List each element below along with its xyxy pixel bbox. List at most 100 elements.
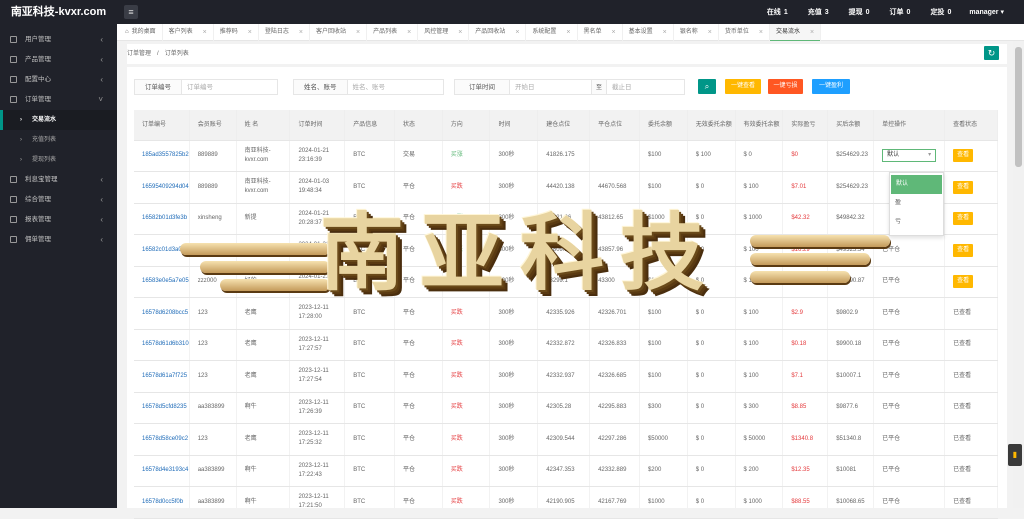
table-cell: 42297.286 xyxy=(589,423,640,456)
sidebar-item-reports[interactable]: 报表管理 ‹ xyxy=(0,210,117,230)
table-cell: 42295.883 xyxy=(589,392,640,424)
table-cell: $100 xyxy=(639,360,688,393)
profit-cell: $12.35 xyxy=(782,455,829,487)
order-no-link[interactable]: 16578d61a7f725 xyxy=(134,360,190,393)
tab-trade-flow[interactable]: 交易流水 × xyxy=(769,24,822,42)
order-no-link[interactable]: 16578d58ce09c2 xyxy=(134,423,190,456)
order-no-link[interactable]: 16578d5cfd8235 xyxy=(134,392,190,424)
view-button[interactable]: 查看 xyxy=(953,243,974,257)
order-no-link[interactable]: 16582c01d3a0a6 xyxy=(134,234,190,267)
menu-toggle-icon[interactable]: ≡ xyxy=(124,5,138,19)
tab-bank-name[interactable]: 银名称 × xyxy=(674,24,719,41)
sidebar-item-commission[interactable]: 佣单管理 ‹ xyxy=(0,230,117,250)
user-menu[interactable]: manager ▾ xyxy=(969,8,1004,16)
control-select[interactable]: 默认 ▾ xyxy=(882,149,937,163)
tab-customer-list[interactable]: 客户列表 × xyxy=(163,24,214,41)
stat-online[interactable]: 在线 1 xyxy=(767,7,788,17)
sidebar-sub-withdraw-list[interactable]: › 提现列表 xyxy=(0,150,117,170)
table-cell: 300秒 xyxy=(489,455,539,487)
profit-cell: $0.18 xyxy=(782,329,829,361)
sidebar-item-interest[interactable]: 利息宝管理 ‹ xyxy=(0,170,117,190)
vertical-scrollbar[interactable] xyxy=(1013,41,1024,508)
table-cell: $ 0 xyxy=(687,266,736,298)
view-button[interactable]: 查看 xyxy=(953,149,974,163)
table-cell: BTC xyxy=(344,360,395,393)
top-bar: 南亚科技-kvxr.com ≡ 在线 1 充值 3 提现 0 订单 0 定投 0 mana… xyxy=(0,0,1024,24)
tab-product-recycle[interactable]: 产品回收站 × xyxy=(469,24,527,41)
order-no-link[interactable]: 185ad3557825b2 xyxy=(134,140,190,172)
dropdown-option-default[interactable]: 默认 xyxy=(891,175,942,194)
close-icon[interactable]: × xyxy=(515,24,519,41)
view-button[interactable]: 查看 xyxy=(953,275,974,289)
stat-orders[interactable]: 订单 0 xyxy=(890,7,911,17)
dropdown-option-win[interactable]: 盈 xyxy=(890,194,943,213)
tab-risk-control[interactable]: 风控管理 × xyxy=(418,24,470,41)
breadcrumb-root[interactable]: 订单管理 xyxy=(127,51,151,57)
stat-withdraw[interactable]: 提现 0 xyxy=(849,7,870,17)
home-icon: ⌂ xyxy=(125,29,129,35)
tab-basic-settings[interactable]: 基本设置 × xyxy=(623,24,674,41)
close-icon[interactable]: × xyxy=(612,24,616,41)
check-all-button[interactable]: 一键查看 xyxy=(725,79,761,94)
tab-blacklist[interactable]: 黑名单 × xyxy=(578,24,623,41)
float-tool-icon[interactable]: ▮ xyxy=(1008,444,1022,466)
end-date-input[interactable]: 截止日 xyxy=(607,79,686,95)
dropdown-option-lose[interactable]: 亏 xyxy=(890,213,943,232)
search-button[interactable]: ⌕ xyxy=(698,79,716,94)
sidebar-item-orders[interactable]: 订单管理 ˅ xyxy=(0,90,117,110)
sidebar-item-config[interactable]: 配置中心 ‹ xyxy=(0,70,117,90)
order-no-link[interactable]: 16595409294d04 xyxy=(134,171,190,204)
close-icon[interactable]: × xyxy=(458,24,462,41)
tab-customer-recycle[interactable]: 客户回收站 × xyxy=(310,24,368,41)
tab-system-config[interactable]: 系统配置 × xyxy=(526,24,578,41)
chevron-down-icon: ˅ xyxy=(98,95,103,104)
close-icon[interactable]: × xyxy=(566,24,570,41)
tab-referral-code[interactable]: 推荐码 × xyxy=(214,24,259,41)
grid-icon xyxy=(10,56,17,63)
sidebar-item-products[interactable]: 产品管理 ‹ xyxy=(0,50,117,70)
table-cell: $51340.8 xyxy=(827,423,875,456)
close-icon[interactable]: × xyxy=(248,24,252,41)
tab-currency-unit[interactable]: 货币单位 × xyxy=(719,24,770,41)
table-cell: BTC xyxy=(344,297,395,330)
col-balance: 买后余额 xyxy=(827,110,875,141)
start-date-input[interactable]: 开始日 xyxy=(510,79,592,95)
name-input[interactable]: 姓名、账号 xyxy=(347,79,444,95)
close-icon[interactable]: × xyxy=(708,24,712,41)
sidebar-item-users[interactable]: 用户管理 ‹ xyxy=(0,30,117,50)
tab-login-log[interactable]: 登陆日志 × xyxy=(259,24,310,41)
order-no-link[interactable]: 16582b01d3fe3b xyxy=(134,203,190,235)
close-icon[interactable]: × xyxy=(663,24,667,41)
close-icon[interactable]: × xyxy=(299,24,303,41)
tab-home[interactable]: ⌂ 我的桌面 xyxy=(117,24,163,41)
order-no-link[interactable]: 16578d0cc5f0b xyxy=(134,486,190,519)
order-no-link[interactable]: 16578d4e3193c4 xyxy=(134,455,190,487)
sidebar-item-general[interactable]: 综合管理 ‹ xyxy=(0,190,117,210)
close-icon[interactable]: × xyxy=(810,24,814,41)
table-cell: 老鹰 xyxy=(236,360,291,393)
win-all-button[interactable]: 一键盈利 xyxy=(812,79,850,94)
stat-recharge[interactable]: 充值 3 xyxy=(808,7,829,17)
table-cell: xinsheng xyxy=(189,203,237,235)
direction-cell: 买跌 xyxy=(442,297,491,330)
table-cell: 123 xyxy=(189,423,237,456)
stat-invest[interactable]: 定投 0 xyxy=(930,7,951,17)
tab-product-list[interactable]: 产品列表 × xyxy=(367,24,419,41)
sidebar-sub-trade-flow[interactable]: › 交易流水 xyxy=(0,110,117,130)
lose-all-button[interactable]: 一键亏损 xyxy=(768,79,803,94)
refresh-button[interactable]: ↻ xyxy=(984,46,999,60)
view-button[interactable]: 查看 xyxy=(953,180,974,194)
sidebar-sub-recharge-list[interactable]: › 充值列表 xyxy=(0,130,117,150)
close-icon[interactable]: × xyxy=(203,24,207,41)
table-cell: 43809.11 xyxy=(537,234,591,267)
view-button[interactable]: 查看 xyxy=(953,212,974,226)
table-cell: $100 xyxy=(639,140,688,172)
close-icon[interactable]: × xyxy=(356,24,360,41)
close-icon[interactable]: × xyxy=(759,24,763,41)
direction-cell: 买跌 xyxy=(442,360,491,393)
order-no-link[interactable]: 16578d61d6b310 xyxy=(134,329,190,361)
order-no-link[interactable]: 16583e0e5a7e05 xyxy=(134,266,190,298)
order-no-input[interactable]: 订单编号 xyxy=(182,79,278,95)
close-icon[interactable]: × xyxy=(407,24,411,41)
order-no-link[interactable]: 16578d6208bcc5 xyxy=(134,297,190,330)
